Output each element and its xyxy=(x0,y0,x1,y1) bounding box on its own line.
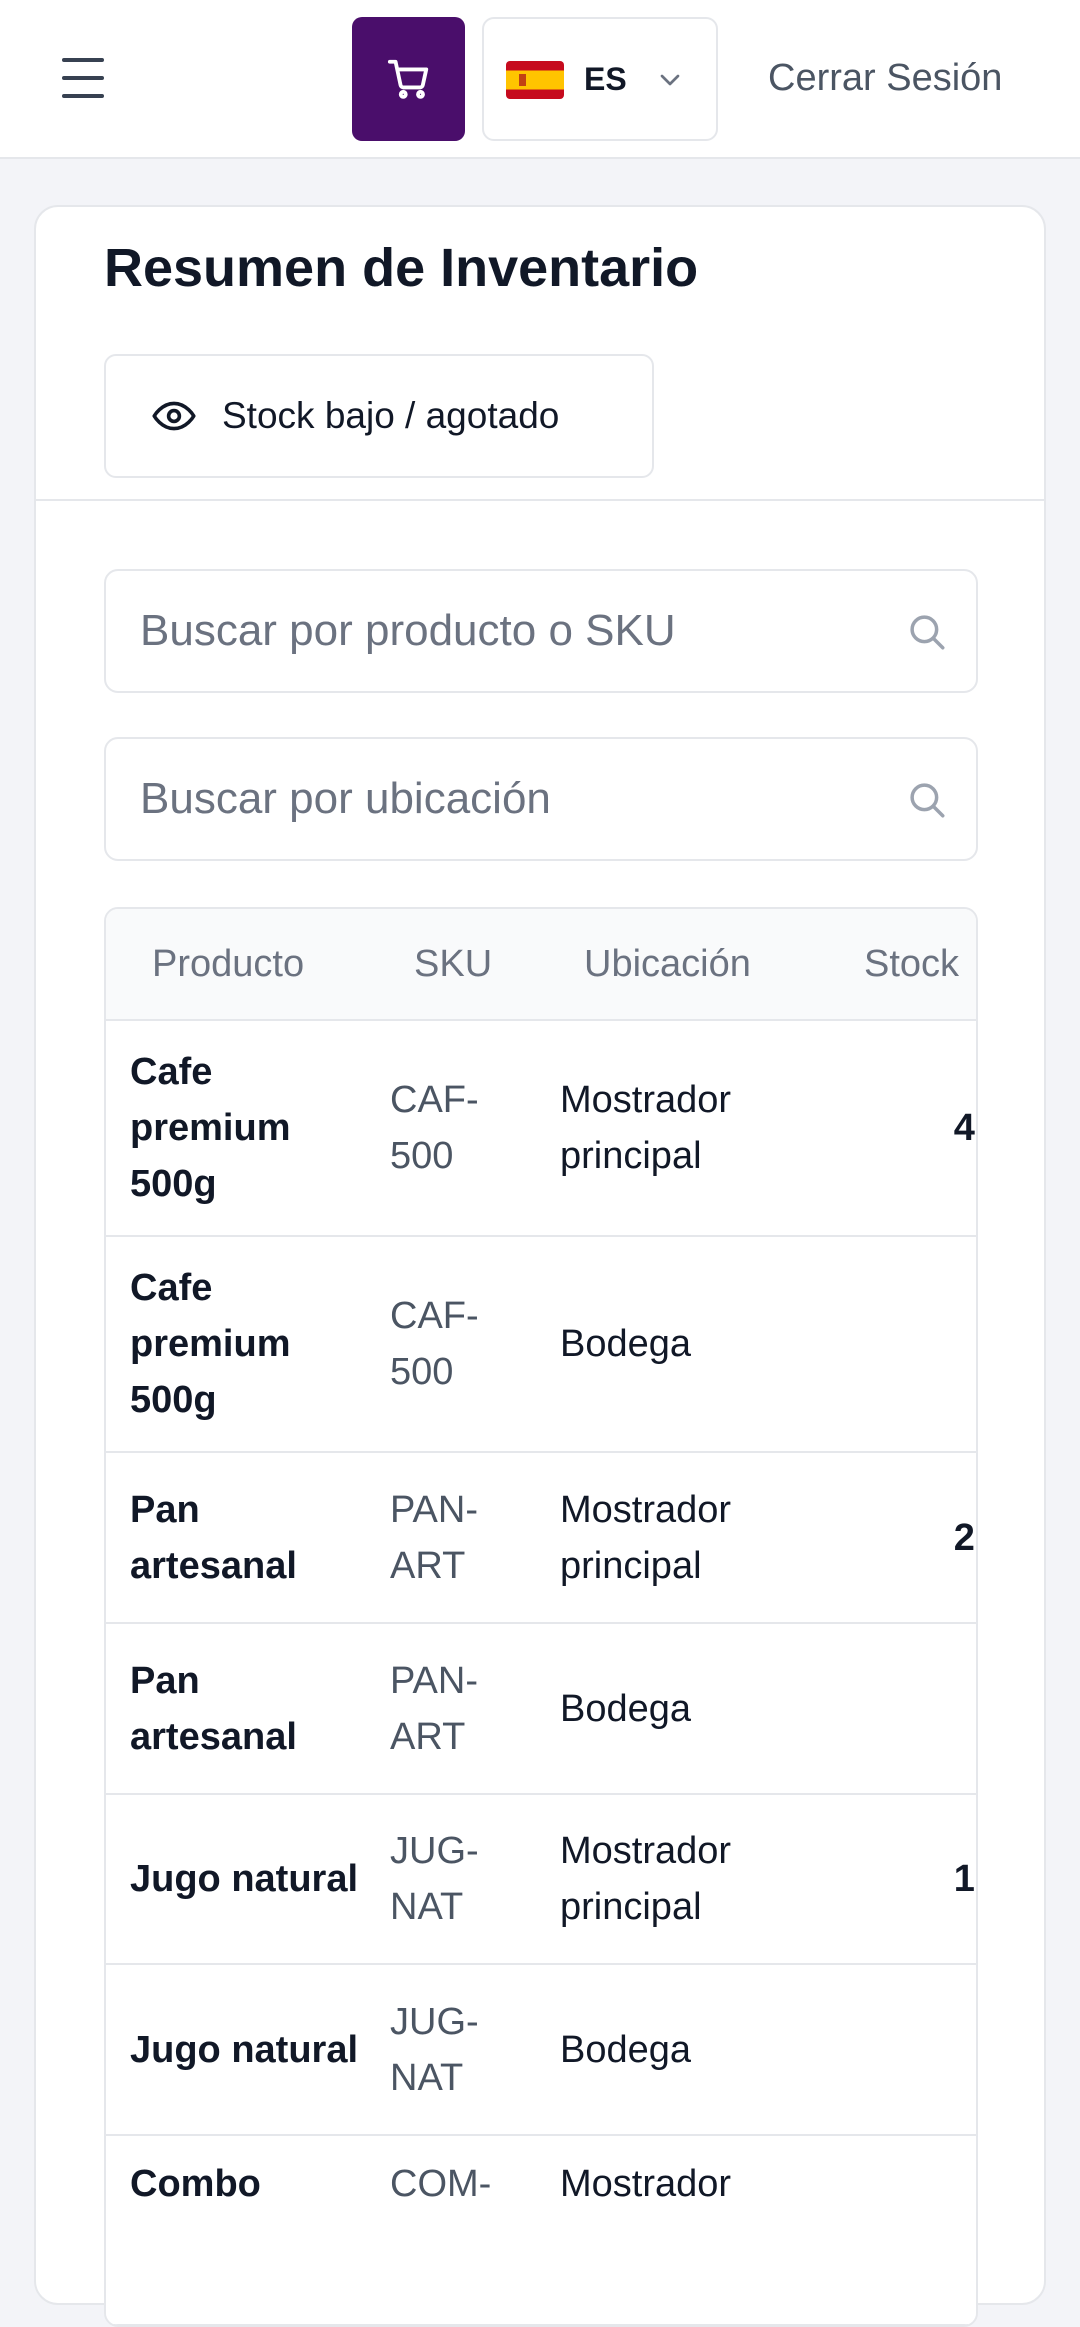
inventory-table[interactable]: Producto SKU Ubicación Stock Cafe premiu… xyxy=(104,907,978,2327)
column-header-location[interactable]: Ubicación xyxy=(584,909,751,1019)
sku-cell: PAN-ART xyxy=(390,1488,478,1587)
table-row[interactable]: Cafe premium 500g CAF-500 Bodega 0 xyxy=(106,1237,976,1453)
language-code: ES xyxy=(584,61,627,97)
inventory-card: Resumen de Inventario Stock bajo / agota… xyxy=(34,205,1046,2327)
table-row[interactable]: Jugo natural JUG-NAT Bodega 0 xyxy=(106,1965,976,2136)
low-stock-filter-label: Stock bajo / agotado xyxy=(222,395,560,436)
cart-icon xyxy=(387,59,428,99)
stock-cell: 18 xyxy=(953,1858,976,1900)
table-row[interactable]: Pan artesanal PAN-ART Mostrador principa… xyxy=(106,1453,976,1624)
location-search-field[interactable] xyxy=(104,737,978,861)
product-cell: Pan artesanal xyxy=(130,1488,297,1587)
sku-cell: CAF-500 xyxy=(390,1295,479,1393)
product-cell: Cafe premium 500g xyxy=(130,1051,291,1205)
column-header-stock[interactable]: Stock xyxy=(864,909,959,1019)
location-cell: Bodega xyxy=(560,1323,692,1365)
sku-cell: PAN-ART xyxy=(390,1659,478,1758)
sku-cell: JUG-NAT xyxy=(390,1830,479,1928)
column-header-sku[interactable]: SKU xyxy=(414,909,492,1019)
location-search-input[interactable] xyxy=(140,739,900,859)
product-cell: Jugo natural xyxy=(130,1858,359,1900)
table-row[interactable]: Pan artesanal PAN-ART Bodega 0 xyxy=(106,1624,976,1795)
product-search-field[interactable] xyxy=(104,569,978,693)
page-title: Resumen de Inventario xyxy=(104,238,699,298)
stock-cell: 0 xyxy=(806,2186,976,2246)
eye-icon xyxy=(152,401,196,431)
sku-cell: JUG-NAT xyxy=(390,2000,479,2099)
sku-cell: CAF-500 xyxy=(390,1079,479,1177)
low-stock-filter-button[interactable]: Stock bajo / agotado xyxy=(104,354,654,478)
stock-cell: 0 xyxy=(806,1965,976,2134)
product-cell: Jugo natural xyxy=(130,2028,359,2071)
chevron-down-icon xyxy=(660,74,680,86)
stock-cell: 0 xyxy=(806,1237,976,1451)
location-cell: Bodega xyxy=(560,1687,692,1730)
search-icon xyxy=(910,615,945,650)
logout-link[interactable]: Cerrar Sesión xyxy=(768,0,1002,157)
menu-icon[interactable] xyxy=(58,56,108,100)
product-cell: Pan artesanal xyxy=(130,1659,297,1758)
table-row[interactable]: Combo COM- Mostrador 0 xyxy=(106,2136,976,2325)
column-header-product[interactable]: Producto xyxy=(152,909,304,1019)
product-cell: Combo xyxy=(130,2163,261,2205)
location-cell: Mostrador principal xyxy=(560,1488,732,1587)
table-header: Producto SKU Ubicación Stock xyxy=(106,909,976,1021)
cart-button[interactable] xyxy=(352,17,465,141)
location-cell: Mostrador xyxy=(560,2163,732,2205)
search-icon xyxy=(910,783,945,818)
stock-cell: 0 xyxy=(806,1624,976,1793)
stock-cell: 26 xyxy=(953,1516,976,1559)
stock-cell: 42 xyxy=(953,1107,976,1149)
table-row[interactable]: Cafe premium 500g CAF-500 Mostrador prin… xyxy=(106,1021,976,1237)
header-divider xyxy=(36,499,1044,501)
language-select[interactable]: ES xyxy=(482,17,718,141)
table-row[interactable]: Jugo natural JUG-NAT Mostrador principal… xyxy=(106,1795,976,1965)
product-search-input[interactable] xyxy=(140,571,900,691)
location-cell: Mostrador principal xyxy=(560,1079,732,1177)
location-cell: Mostrador principal xyxy=(560,1830,732,1928)
top-bar: ES Cerrar Sesión xyxy=(0,0,1080,159)
location-cell: Bodega xyxy=(560,2028,692,2071)
product-cell: Cafe premium 500g xyxy=(130,1267,291,1421)
spain-flag-icon xyxy=(506,61,564,99)
sku-cell: COM- xyxy=(390,2163,492,2205)
